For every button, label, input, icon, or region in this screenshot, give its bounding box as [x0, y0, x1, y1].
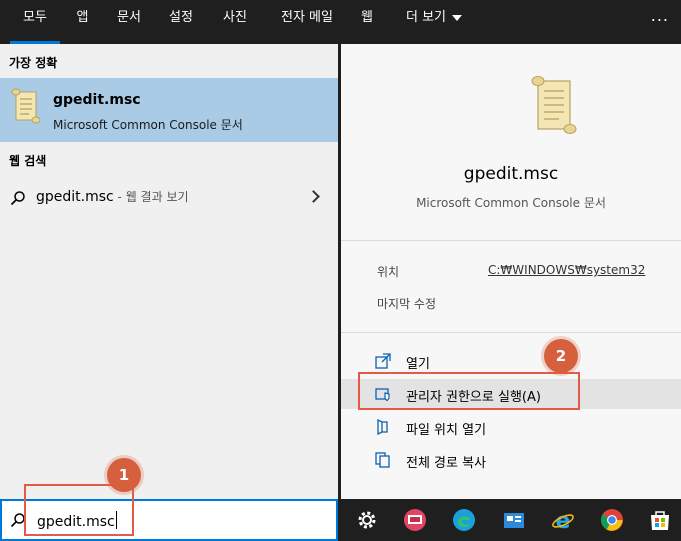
folder-location-icon	[377, 419, 388, 435]
tab-settings[interactable]: 설정	[160, 0, 202, 44]
web-query: gpedit.msc	[36, 189, 114, 205]
preview-panel: gpedit.msc Microsoft Common Console 문서 위…	[341, 44, 681, 499]
web-search-heading: 웹 검색	[9, 154, 47, 168]
ie-icon[interactable]: e	[551, 508, 575, 532]
copy-icon	[375, 452, 390, 468]
results-panel: 가장 정확 gpedit.msc Microsoft Common Consol…	[0, 44, 338, 499]
chevron-down-icon	[452, 14, 462, 21]
search-input[interactable]: gpedit.msc	[37, 511, 117, 530]
open-icon	[375, 353, 391, 369]
preview-name: gpedit.msc	[463, 164, 559, 184]
tab-more[interactable]: 더 보기	[398, 0, 470, 44]
run-as-admin-action[interactable]: 관리자 권한으로 실행(A)	[341, 379, 681, 409]
tab-apps[interactable]: 앱	[65, 0, 100, 44]
location-link[interactable]: C:₩WINDOWS₩system32	[488, 263, 645, 277]
svg-text:e: e	[556, 509, 571, 532]
modified-label: 마지막 수정	[377, 297, 437, 311]
chrome-icon[interactable]	[600, 508, 624, 532]
tab-email[interactable]: 전자 메일	[272, 0, 342, 44]
text-cursor	[115, 511, 117, 529]
search-value: gpedit.msc	[37, 514, 115, 530]
open-file-location-label: 파일 위치 열기	[406, 423, 487, 438]
msc-file-large-icon	[531, 76, 577, 134]
search-icon	[10, 513, 25, 528]
best-match-desc: Microsoft Common Console 문서	[53, 118, 243, 132]
preview-desc: Microsoft Common Console 문서	[416, 196, 606, 210]
open-action[interactable]: 열기	[361, 346, 681, 376]
divider	[341, 332, 681, 333]
step-badge-1: 1	[107, 458, 141, 492]
screen-app-icon[interactable]	[403, 508, 427, 532]
search-scope-tabs: 모두 앱 문서 설정 사진 전자 메일 웹 더 보기 ...	[0, 0, 681, 44]
run-as-admin-label: 관리자 권한으로 실행(A)	[406, 390, 541, 405]
tab-all[interactable]: 모두	[10, 0, 60, 44]
search-icon	[10, 191, 25, 206]
taskbar: e	[341, 499, 681, 541]
web-search-result[interactable]: gpedit.msc - 웹 결과 보기	[0, 184, 338, 212]
more-options-menu[interactable]: ...	[651, 6, 669, 25]
web-query-suffix: - 웹 결과 보기	[113, 190, 189, 204]
best-match-result[interactable]: gpedit.msc Microsoft Common Console 문서	[0, 78, 338, 142]
edge-icon[interactable]	[452, 508, 476, 532]
msc-file-icon	[11, 88, 41, 124]
tab-web[interactable]: 웹	[352, 0, 382, 44]
search-box[interactable]: gpedit.msc	[0, 499, 338, 541]
open-file-location-action[interactable]: 파일 위치 열기	[361, 412, 681, 442]
best-match-heading: 가장 정확	[9, 56, 58, 70]
chevron-right-icon[interactable]	[307, 190, 320, 203]
best-match-name: gpedit.msc	[53, 92, 141, 108]
tab-documents[interactable]: 문서	[108, 0, 150, 44]
shield-icon	[375, 388, 390, 402]
step-badge-2: 2	[544, 339, 578, 373]
microsoft-store-icon[interactable]	[648, 508, 672, 532]
copy-full-path-action[interactable]: 전체 경로 복사	[361, 445, 681, 475]
open-label: 열기	[406, 357, 430, 372]
tab-more-label: 더 보기	[405, 10, 446, 25]
copy-full-path-label: 전체 경로 복사	[406, 456, 487, 471]
tab-photos[interactable]: 사진	[214, 0, 256, 44]
divider	[341, 240, 681, 241]
location-label: 위치	[377, 265, 400, 279]
store-app-icon[interactable]	[502, 508, 526, 532]
settings-icon[interactable]	[355, 508, 379, 532]
